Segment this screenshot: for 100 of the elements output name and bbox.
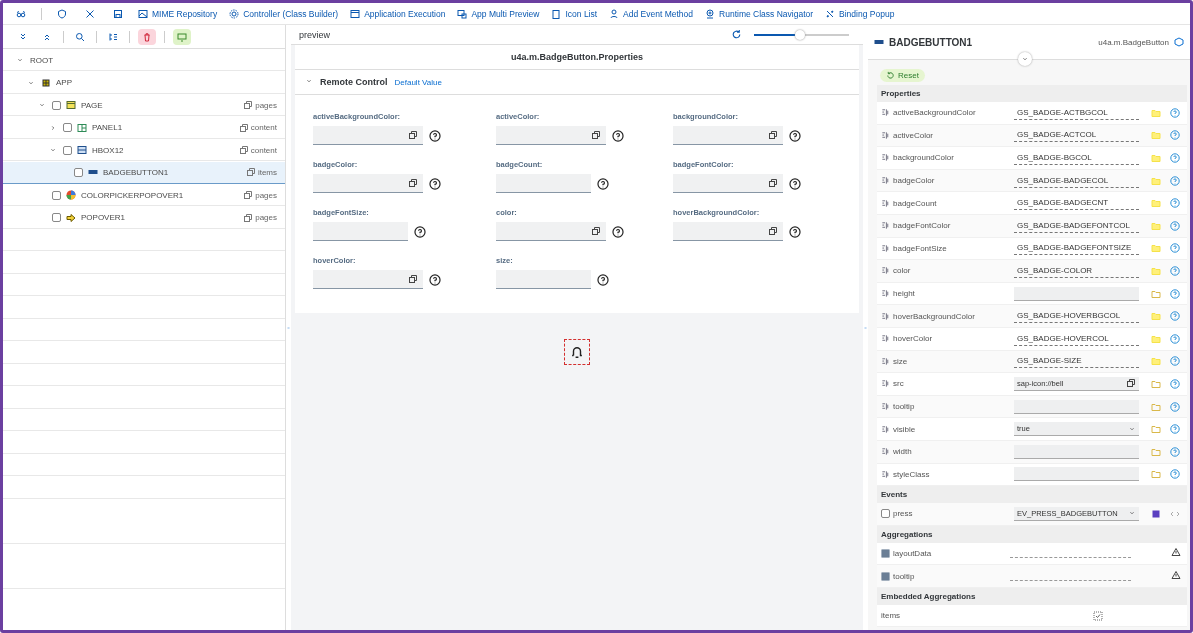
section-header: Events: [877, 486, 1187, 504]
property-name: activeColor: [893, 130, 933, 140]
input-field[interactable]: [1014, 399, 1139, 414]
folder-icon: [1151, 356, 1161, 367]
toolbar-link[interactable]: MIME Repository: [138, 8, 218, 19]
search-icon: [75, 31, 85, 42]
bound-value[interactable]: GS_BADGE-ACTCOL: [1014, 128, 1139, 143]
toolbar-link[interactable]: Application Execution: [350, 8, 446, 19]
binding-icon: [881, 289, 890, 299]
input-field[interactable]: [673, 222, 783, 241]
chevron-down-icon: [1021, 55, 1029, 63]
tree-item[interactable]: PANEL1 content: [3, 116, 285, 139]
checkbox[interactable]: [52, 100, 61, 110]
tree-item[interactable]: APP: [3, 71, 285, 94]
bell-icon: [570, 345, 584, 359]
binding-icon: [881, 424, 890, 434]
property-name: layoutData: [893, 549, 932, 558]
folder-icon: [1151, 265, 1161, 276]
window-icon: [350, 8, 361, 19]
folder-icon: [1151, 175, 1161, 186]
property-name: color: [893, 266, 911, 276]
toolbar-link[interactable]: Controller (Class Builder): [229, 8, 339, 19]
toolbar-link[interactable]: Binding Popup: [825, 8, 895, 19]
checkbox[interactable]: [52, 190, 61, 200]
folder-icon: [1151, 220, 1161, 231]
checkbox[interactable]: [881, 509, 890, 519]
bound-value[interactable]: GS_BADGE-SIZE: [1014, 354, 1139, 369]
default-value-link[interactable]: Default Value: [394, 77, 442, 87]
input-field[interactable]: [1014, 286, 1139, 301]
input-field[interactable]: [313, 270, 423, 289]
bound-value[interactable]: GS_BADGE-BADGEFONTCOL: [1014, 218, 1139, 233]
slider-handle[interactable]: [794, 29, 805, 40]
bound-value[interactable]: GS_BADGE-HOVERBGCOL: [1014, 309, 1139, 324]
folder-icon: [1151, 153, 1161, 163]
binding-icon: [881, 243, 890, 253]
chevron-right-icon: [49, 123, 57, 132]
binding-icon: [881, 356, 890, 366]
node-label: PAGE: [81, 100, 104, 110]
help-icon: [429, 273, 441, 286]
collapse-button[interactable]: [1018, 52, 1032, 66]
property-name: badgeFontColor: [893, 221, 951, 231]
toolbar-link[interactable]: Add Event Method: [609, 8, 694, 19]
folder-outline-icon: [1151, 378, 1161, 389]
input-field[interactable]: [313, 222, 408, 241]
copy-icon: [243, 100, 254, 111]
checkbox[interactable]: [74, 167, 83, 177]
checkbox[interactable]: [63, 145, 72, 155]
tree-item[interactable]: PAGE pages: [3, 94, 285, 117]
tree-item[interactable]: BADGEBUTTON1 items: [3, 161, 285, 184]
checkbox[interactable]: [52, 213, 61, 223]
help-icon: [429, 177, 441, 190]
tree-item[interactable]: ROOT: [3, 49, 285, 72]
screen-button[interactable]: [173, 28, 191, 45]
binding-icon: [881, 130, 890, 140]
bound-value[interactable]: GS_BADGE-COLOR: [1014, 263, 1139, 278]
target-icon: [705, 8, 716, 19]
tree-item[interactable]: COLORPICKERPOPOVER1 pages: [3, 184, 285, 207]
bound-value[interactable]: GS_BADGE-BADGECOL: [1014, 173, 1139, 188]
folder-icon: [1151, 311, 1161, 322]
screen-icon: [177, 31, 187, 42]
folder-icon: [1151, 198, 1161, 209]
node-label: ROOT: [30, 55, 55, 65]
bound-value[interactable]: GS_BADGE-BADGECNT: [1014, 196, 1139, 211]
bound-value[interactable]: GS_BADGE-BADGEFONTSIZE: [1014, 241, 1139, 256]
input-field[interactable]: [496, 174, 591, 193]
bound-value[interactable]: GS_BADGE-BGCOL: [1014, 151, 1139, 165]
input-field[interactable]: [673, 174, 783, 193]
toolbar-link[interactable]: Runtime Class Navigator: [705, 8, 814, 19]
binding-icon: [881, 198, 890, 208]
folder-icon: [1151, 130, 1161, 141]
bound-value[interactable]: GS_BADGE-HOVERCOL: [1014, 331, 1139, 346]
help-icon: [612, 129, 624, 142]
section-title[interactable]: Remote Control: [320, 77, 388, 87]
input-field[interactable]: [313, 126, 423, 145]
input-field[interactable]: [496, 126, 606, 145]
input-field[interactable]: [496, 270, 591, 289]
reset-button[interactable]: Reset: [880, 69, 925, 82]
bound-value[interactable]: GS_BADGE-ACTBGCOL: [1014, 105, 1139, 120]
input-field[interactable]: [496, 222, 606, 241]
checkbox[interactable]: [63, 123, 72, 133]
input-field[interactable]: [313, 174, 423, 193]
tree-item[interactable]: HBOX12 content: [3, 139, 285, 162]
toolbar-link[interactable]: Icon List: [551, 8, 598, 19]
property-name: width: [893, 447, 912, 457]
badge-button[interactable]: [564, 339, 590, 365]
tree-item[interactable]: POPOVER1 pages: [3, 206, 285, 229]
input-field[interactable]: [1014, 444, 1139, 459]
square-icon: [881, 549, 890, 558]
property-name: badgeCount: [893, 198, 937, 208]
property-name: press: [893, 509, 913, 519]
delete-button[interactable]: [138, 28, 156, 45]
input-field[interactable]: [1014, 467, 1139, 482]
folder-outline-icon: [1151, 469, 1161, 480]
binding-icon: [881, 311, 890, 321]
toolbar-link[interactable]: App Multi Preview: [457, 8, 540, 19]
copy-icon: [1126, 378, 1136, 389]
copy-icon: [768, 130, 778, 140]
cube-icon: [1174, 37, 1184, 47]
folder-outline-icon: [1151, 446, 1161, 457]
input-field[interactable]: [673, 126, 783, 145]
